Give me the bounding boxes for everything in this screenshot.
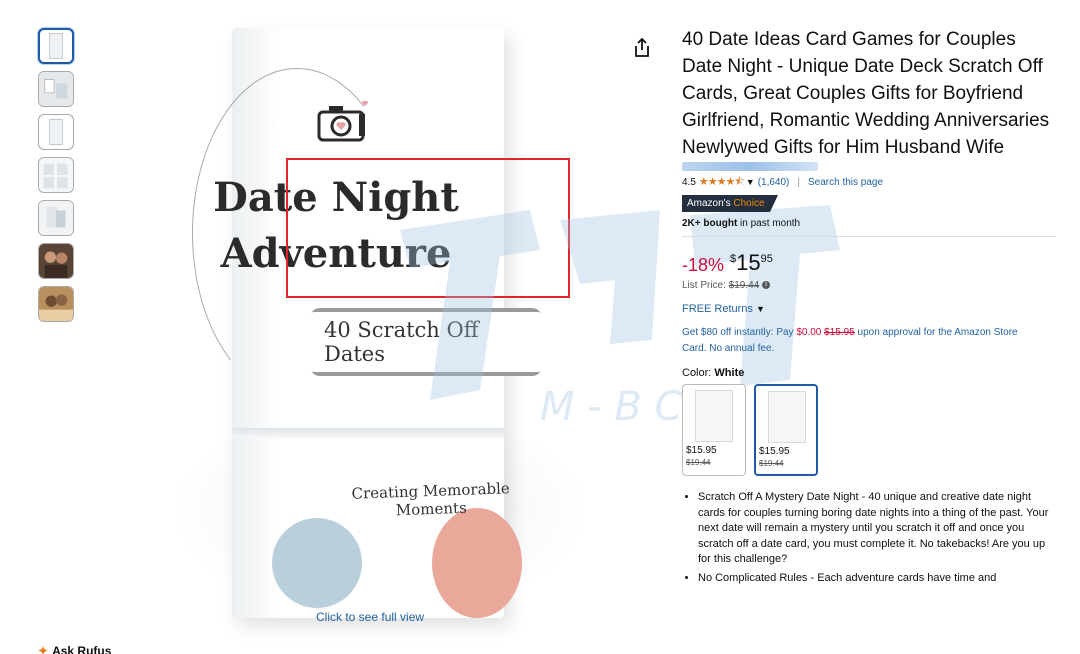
highlight-frame xyxy=(286,158,570,298)
ask-rufus-button[interactable]: ✦ Ask Rufus xyxy=(38,644,111,654)
thumbnail-photo xyxy=(39,201,73,235)
thumbnail-strip xyxy=(38,28,76,329)
amazons-choice-badge: Amazon's Choice xyxy=(682,195,777,212)
info-icon[interactable]: i xyxy=(762,281,771,290)
feature-bullet: No Complicated Rules - Each adventure ca… xyxy=(698,571,1052,587)
swatch-price: $15.95 xyxy=(686,445,717,456)
thumbnail-1[interactable] xyxy=(38,28,74,64)
chevron-down-icon[interactable]: ▼ xyxy=(746,177,755,187)
promo-text-1: Get $80 off instantly: Pay xyxy=(682,327,797,338)
free-returns-label: FREE Returns xyxy=(682,303,753,315)
ask-rufus-label: Ask Rufus xyxy=(52,644,112,654)
thumbnail-photo xyxy=(39,287,73,321)
color-swatch-1[interactable]: $15.95 $19.44 xyxy=(682,384,746,476)
thumbnail-box-image xyxy=(49,119,63,145)
rating-count-link[interactable]: (1,640) xyxy=(758,177,790,188)
feature-bullets: Scratch Off A Mystery Date Night - 40 un… xyxy=(682,490,1052,586)
bought-suffix: in past month xyxy=(737,218,801,229)
list-price-value: $19.44 xyxy=(728,280,760,291)
thumbnail-6[interactable] xyxy=(38,243,74,279)
thumbnail-photo xyxy=(39,158,73,192)
thumbnail-3[interactable] xyxy=(38,114,74,150)
free-returns-link[interactable]: FREE Returns ▼ xyxy=(682,303,1060,315)
list-price-label: List Price: xyxy=(682,280,729,291)
sparkle-icon: ✦ xyxy=(38,644,49,654)
feature-bullet: Scratch Off A Mystery Date Night - 40 un… xyxy=(698,490,1052,568)
rating-value: 4.5 xyxy=(682,176,696,188)
main-product-image[interactable]: Date Night Adventure 40 Scratch Off Date… xyxy=(150,20,620,620)
product-title: 40 Date Ideas Card Games for Couples Dat… xyxy=(682,29,1050,158)
promo-old-price: $15.95 xyxy=(824,327,855,338)
badge-prefix: Amazon's xyxy=(687,198,731,209)
discount-percent: -18% xyxy=(682,255,725,275)
search-this-page-link[interactable]: Search this page xyxy=(808,177,883,188)
color-label-text: Color: xyxy=(682,367,715,379)
click-to-see-full-view-link[interactable]: Click to see full view xyxy=(316,610,424,624)
thumbnail-photo xyxy=(39,72,73,106)
color-swatches: $15.95 $19.44 $15.95 $19.44 xyxy=(682,384,1060,476)
separator: | xyxy=(797,176,800,188)
decorative-pink-blob xyxy=(432,508,522,618)
price-whole: 15 xyxy=(736,250,761,275)
thumbnail-4[interactable] xyxy=(38,157,74,193)
thumbnail-2[interactable] xyxy=(38,71,74,107)
bought-in-past-month: 2K+ bought in past month xyxy=(682,218,1060,229)
star-rating-icon[interactable]: ★★★★⯪ xyxy=(699,173,745,192)
bought-count: 2K+ bought xyxy=(682,218,738,229)
scratch-label: 40 Scratch Off Dates xyxy=(310,312,542,372)
camera-icon xyxy=(317,100,369,142)
swatch-old-price: $19.44 xyxy=(759,459,784,468)
box-lid-seam xyxy=(232,428,504,438)
swatch-price: $15.95 xyxy=(759,446,790,457)
thumbnail-box-image xyxy=(49,33,63,59)
price-row: -18% $ 15 95 xyxy=(682,251,1060,277)
thumbnail-7[interactable] xyxy=(38,286,74,322)
price-fraction: 95 xyxy=(760,253,773,265)
color-swatch-2[interactable]: $15.95 $19.44 xyxy=(754,384,818,476)
divider xyxy=(682,236,1056,237)
decorative-blue-blob xyxy=(272,518,362,608)
swatch-image xyxy=(768,391,806,443)
store-card-promo[interactable]: Get $80 off instantly: Pay $0.00 $15.95 … xyxy=(682,325,1042,357)
swatch-old-price: $19.44 xyxy=(686,458,711,467)
thumbnail-photo xyxy=(39,244,73,278)
store-link-redacted[interactable] xyxy=(682,162,818,171)
swatch-image xyxy=(695,390,733,442)
color-label: Color: White xyxy=(682,367,1060,379)
thumbnail-5[interactable] xyxy=(38,200,74,236)
share-icon[interactable] xyxy=(633,38,651,58)
chevron-down-icon: ▼ xyxy=(755,304,765,314)
promo-zero-price: $0.00 xyxy=(796,327,822,338)
rating-row: 4.5 ★★★★⯪ ▼ (1,640) | Search this page xyxy=(682,174,1060,190)
badge-choice: Choice xyxy=(733,198,765,209)
product-info: 40 Date Ideas Card Games for Couples Dat… xyxy=(682,26,1060,589)
color-value: White xyxy=(714,367,745,379)
scratch-label-panel: 40 Scratch Off Dates xyxy=(310,308,542,376)
list-price: List Price: $19.44 i xyxy=(682,280,1060,291)
